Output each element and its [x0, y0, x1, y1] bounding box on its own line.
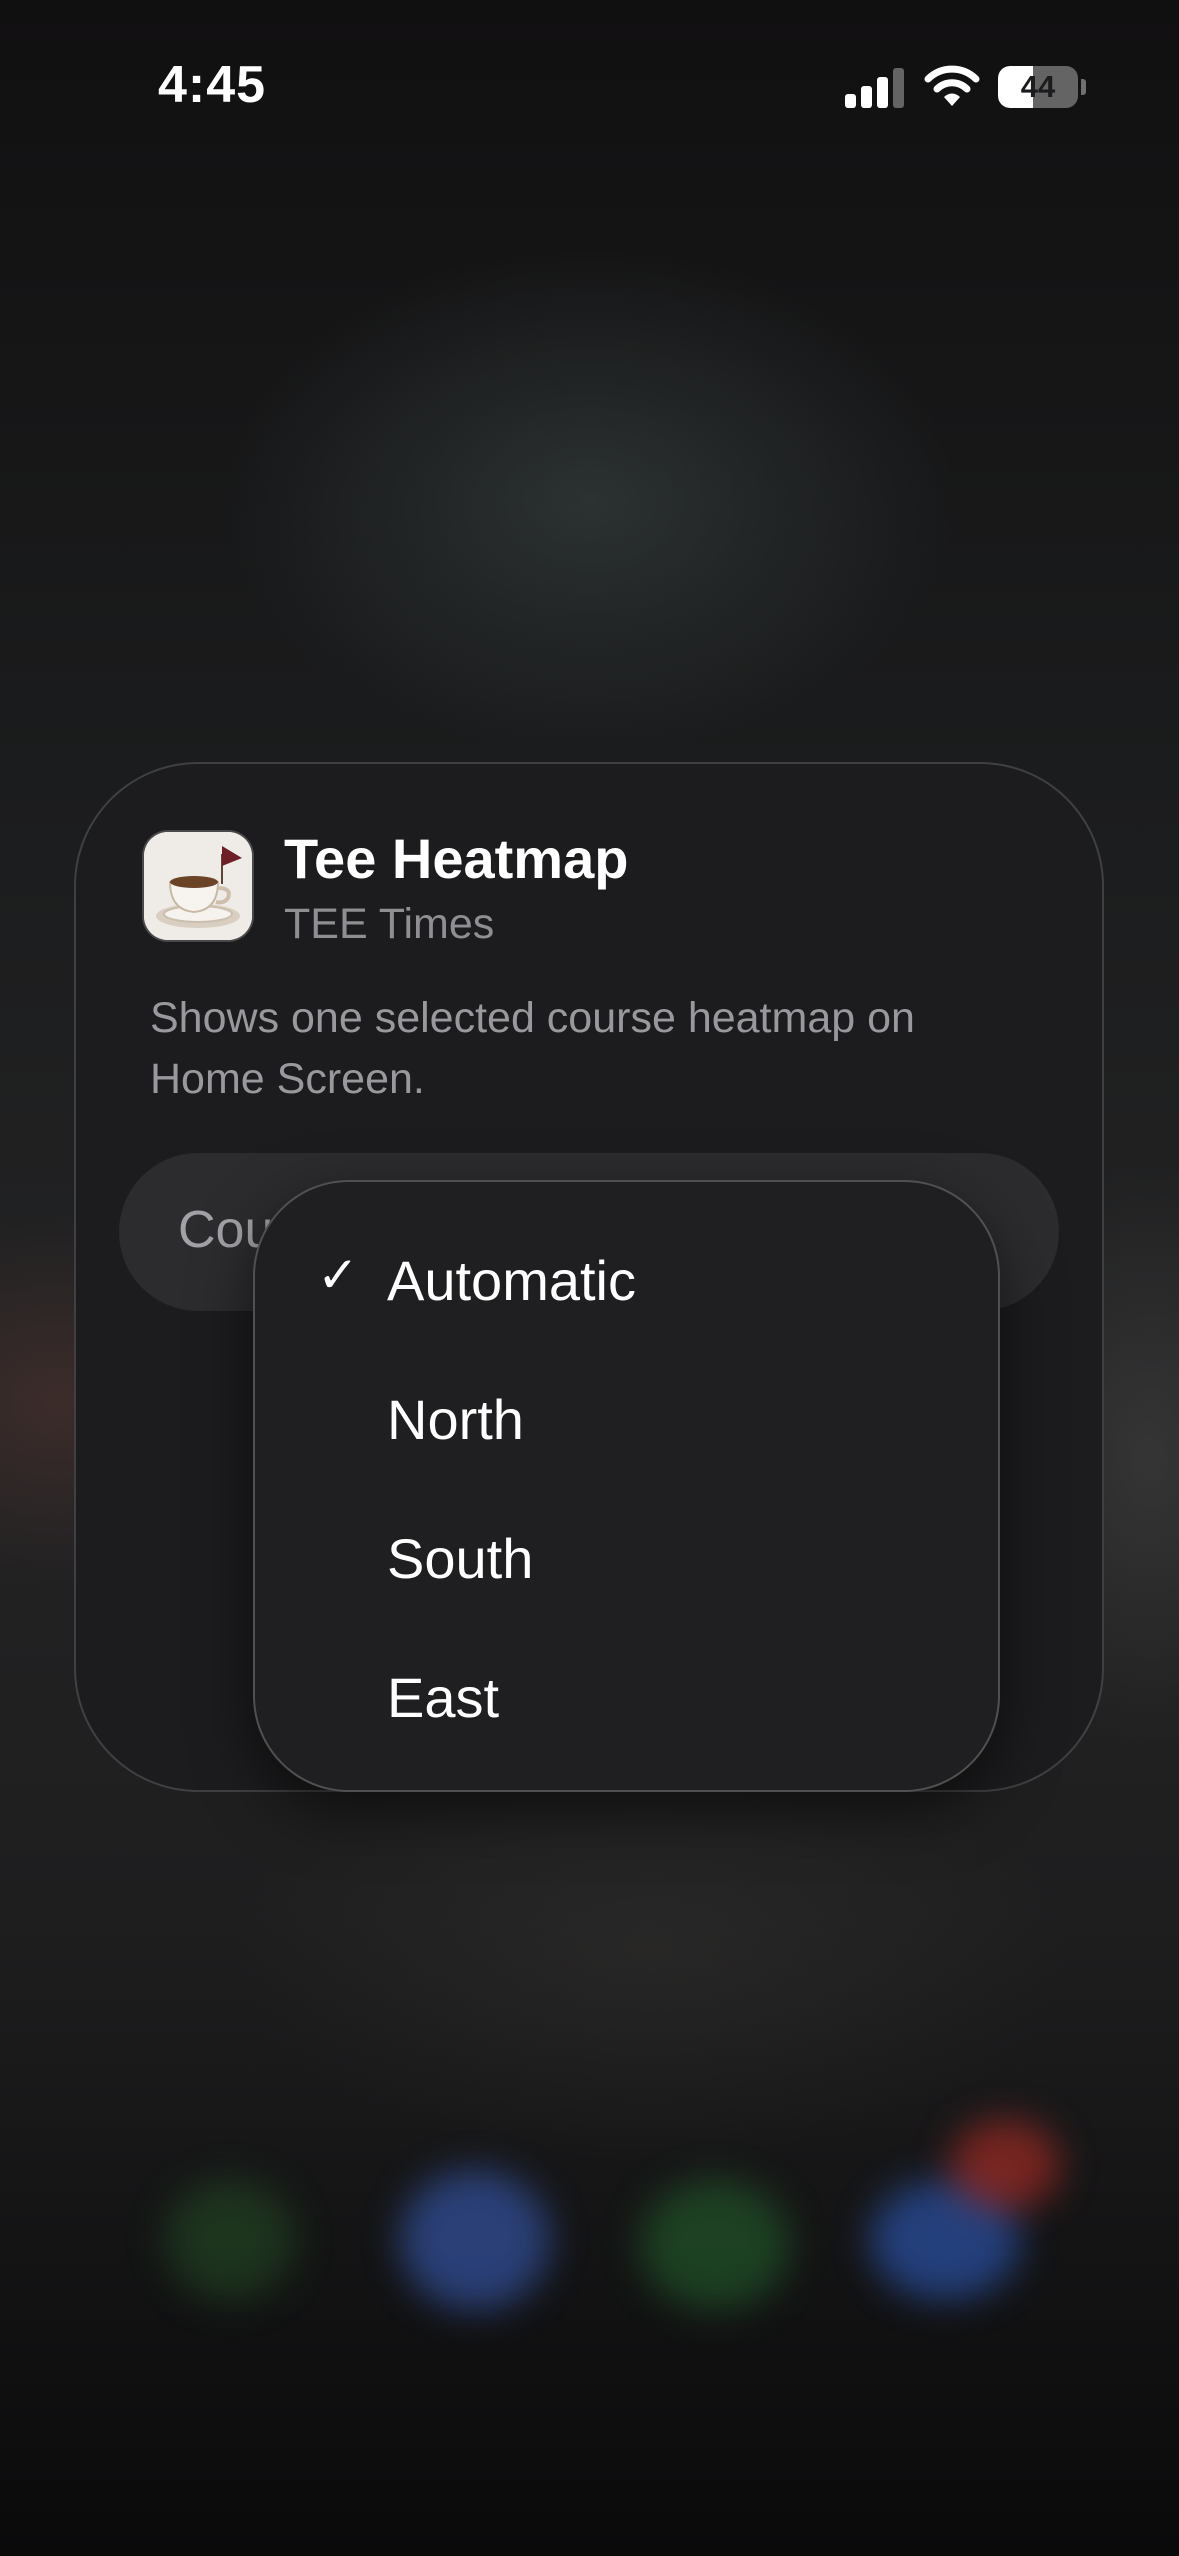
- widget-title: Tee Heatmap: [284, 827, 629, 890]
- cellular-signal-icon: [845, 66, 905, 108]
- menu-item-east[interactable]: East: [253, 1625, 1000, 1764]
- dock-app-blur: [640, 2180, 790, 2310]
- dock-app-blur: [165, 2180, 295, 2300]
- status-time: 4:45: [158, 56, 267, 114]
- status-bar: 4:45 44: [0, 0, 1179, 170]
- menu-item-north[interactable]: North: [253, 1347, 1000, 1486]
- app-name: TEE Times: [284, 900, 495, 948]
- coffee-cup-flag-icon: [144, 832, 252, 940]
- dock-badge-blur: [950, 2120, 1060, 2210]
- dock-app-blur: [400, 2170, 550, 2310]
- wifi-icon: [924, 65, 980, 106]
- widget-description: Shows one selected course heatmap on Hom…: [150, 994, 915, 1103]
- battery-icon: 44: [998, 66, 1078, 108]
- menu-item-automatic[interactable]: ✓ Automatic: [253, 1208, 1000, 1347]
- battery-percentage: 44: [1020, 69, 1056, 104]
- battery-tip: [1081, 79, 1086, 95]
- menu-item-label: South: [387, 1527, 534, 1590]
- menu-item-south[interactable]: South: [253, 1486, 1000, 1625]
- home-screen-background: 4:45 44 Tee Heatmap TEE Times Shows one …: [0, 0, 1179, 2556]
- menu-item-label: North: [387, 1388, 524, 1451]
- menu-item-label: East: [387, 1666, 500, 1729]
- menu-item-label: Automatic: [387, 1249, 636, 1312]
- checkmark-icon: ✓: [317, 1247, 359, 1303]
